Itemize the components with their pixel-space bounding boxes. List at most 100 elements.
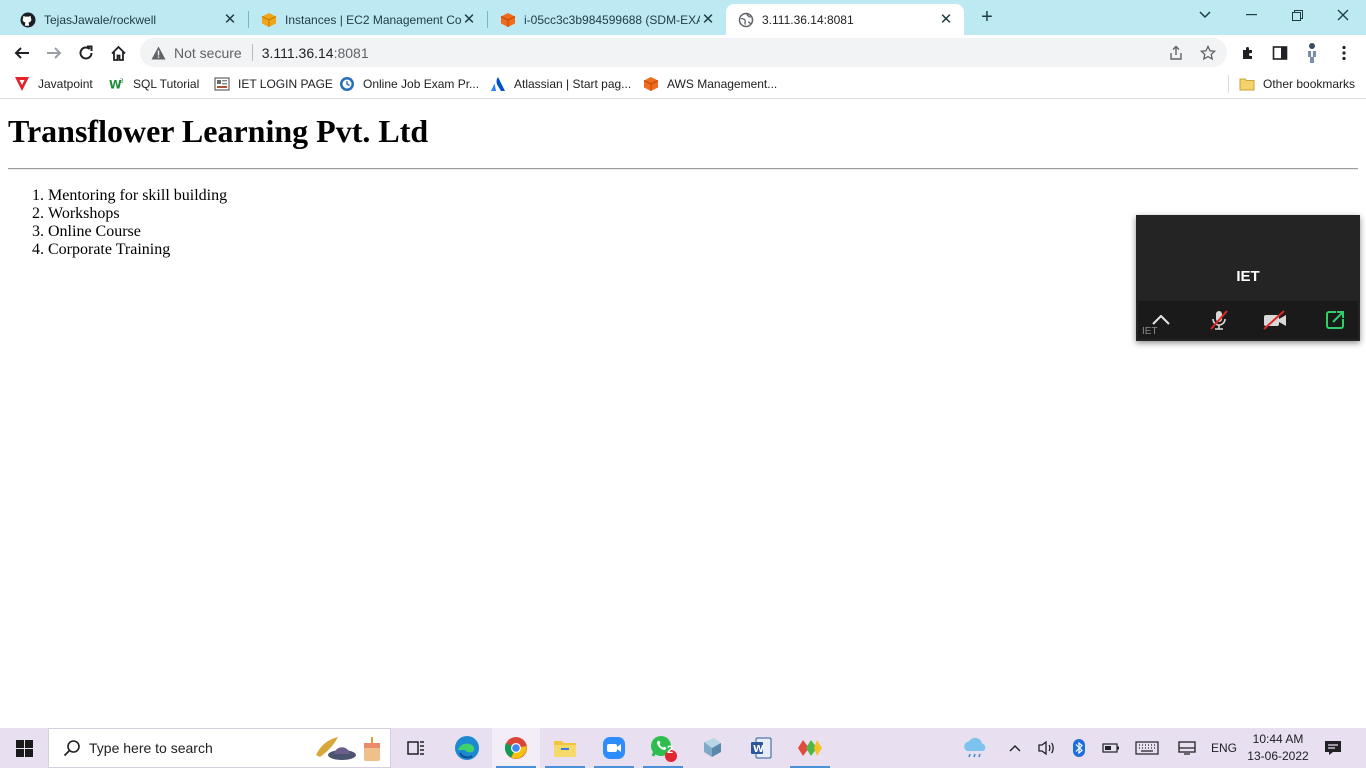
bookmark-javatpoint[interactable]: Javatpoint — [14, 75, 93, 93]
system-clock[interactable]: 10:44 AM 13-06-2022 — [1240, 731, 1316, 765]
page-heading: Transflower Learning Pvt. Ltd — [8, 113, 429, 149]
forward-button[interactable] — [40, 39, 68, 67]
list-item: Workshops — [48, 205, 227, 223]
bookmark-iet-login[interactable]: IET LOGIN PAGE — [214, 75, 333, 93]
close-tab-icon[interactable]: ✕ — [461, 11, 477, 28]
other-bookmarks[interactable]: Other bookmarks — [1239, 75, 1355, 93]
web-page: Transflower Learning Pvt. Ltd Mentoring … — [0, 103, 1366, 728]
edge-browser-icon[interactable] — [443, 728, 491, 768]
tab-ec2-instances[interactable]: Instances | EC2 Management Cor ✕ — [249, 4, 487, 35]
iet-login-icon — [214, 76, 230, 92]
virtualbox-icon[interactable] — [688, 728, 736, 768]
address-bar[interactable]: Not secure 3.111.36.14:8081 — [140, 38, 1227, 67]
folder-icon — [1239, 76, 1255, 92]
atlassian-icon — [490, 76, 506, 92]
whatsapp-unread-badge: 2 — [666, 744, 674, 756]
clock-date: 13-06-2022 — [1247, 749, 1309, 763]
windows-taskbar: Type here to search 2 W ENG 10:44 AM 13-… — [0, 728, 1366, 768]
taskbar-search-box[interactable]: Type here to search — [48, 728, 391, 768]
tab-title: TejasJawale/rockwell — [44, 12, 157, 27]
browser-toolbar: Not secure 3.111.36.14:8081 — [0, 35, 1366, 69]
svg-text:W: W — [753, 744, 764, 755]
url-text[interactable]: 3.111.36.14:8081 — [262, 45, 369, 61]
bookmarks-bar: Javatpoint W3 SQL Tutorial IET LOGIN PAG… — [0, 69, 1366, 99]
reload-icon — [79, 45, 93, 60]
home-icon — [110, 45, 126, 61]
close-tab-icon[interactable]: ✕ — [222, 11, 238, 28]
url-host: 3.111.36.14 — [261, 44, 334, 61]
network-display-icon[interactable] — [1172, 728, 1202, 768]
bookmark-label: Online Job Exam Pr... — [363, 77, 480, 91]
weather-cloud-icon[interactable] — [958, 728, 992, 768]
bookmark-label: SQL Tutorial — [133, 77, 200, 91]
arrow-left-icon — [14, 47, 29, 59]
start-button[interactable] — [0, 728, 48, 768]
git-gui-icon[interactable] — [786, 728, 834, 768]
extensions-icon[interactable] — [1234, 39, 1262, 67]
restore-button[interactable] — [1274, 0, 1320, 30]
battery-icon[interactable] — [1098, 728, 1124, 768]
tab-strip: TejasJawale/rockwell ✕ Instances | EC2 M… — [0, 0, 1366, 35]
close-window-button[interactable] — [1320, 0, 1366, 30]
w3schools-icon: W3 — [109, 76, 125, 92]
keyboard-icon[interactable] — [1132, 728, 1162, 768]
bookmark-atlassian[interactable]: Atlassian | Start pag... — [490, 75, 631, 93]
tab-search-icon[interactable] — [1182, 0, 1228, 30]
side-panel-icon[interactable] — [1266, 39, 1294, 67]
close-tab-icon[interactable]: ✕ — [938, 11, 954, 28]
search-placeholder[interactable]: Type here to search — [89, 740, 213, 756]
aws-cube-icon — [643, 76, 659, 92]
url-port: :8081 — [333, 44, 369, 61]
windows-logo-icon — [15, 739, 33, 757]
close-tab-icon[interactable]: ✕ — [700, 11, 716, 28]
security-status[interactable]: Not secure — [174, 45, 242, 61]
task-view-icon[interactable] — [392, 728, 440, 768]
tray-chevron-up-icon[interactable] — [1002, 728, 1028, 768]
file-explorer-icon[interactable] — [541, 728, 589, 768]
profile-avatar[interactable] — [1298, 39, 1326, 67]
bookmarks-separator — [1228, 75, 1229, 93]
zoom-app-icon[interactable] — [590, 728, 638, 768]
chrome-browser-icon[interactable] — [492, 728, 540, 768]
tab-title: i-05cc3c3b984599688 (SDM-EXA — [524, 12, 700, 27]
clock-time: 10:44 AM — [1252, 732, 1304, 746]
input-language[interactable]: ENG — [1206, 728, 1242, 768]
share-icon[interactable] — [1167, 44, 1185, 62]
aws-box-icon — [261, 12, 277, 28]
warning-triangle-icon[interactable] — [150, 45, 166, 61]
zoom-control-bar: IET — [1138, 301, 1358, 339]
exam-portal-icon — [339, 76, 355, 92]
tab-active-site[interactable]: 3.111.36.14:8081 ✕ — [726, 4, 964, 35]
bookmark-sql-tutorial[interactable]: W3 SQL Tutorial — [109, 75, 199, 93]
menu-kebab-icon[interactable] — [1330, 39, 1358, 67]
new-tab-button[interactable]: + — [976, 7, 998, 29]
bluetooth-icon[interactable] — [1066, 728, 1092, 768]
whatsapp-icon[interactable]: 2 — [639, 728, 687, 768]
svg-text:3: 3 — [120, 78, 124, 85]
home-button[interactable] — [104, 39, 132, 67]
video-off-icon[interactable] — [1262, 309, 1288, 331]
bookmark-aws-management[interactable]: AWS Management... — [643, 75, 777, 93]
mic-muted-icon[interactable] — [1206, 309, 1232, 331]
word-icon[interactable]: W — [737, 728, 785, 768]
bookmark-star-icon[interactable] — [1199, 44, 1217, 62]
tab-title: 3.111.36.14:8081 — [762, 12, 854, 27]
tab-ec2-instance-detail[interactable]: i-05cc3c3b984599688 (SDM-EXA ✕ — [488, 4, 726, 35]
list-item: Online Course — [48, 223, 227, 241]
javatpoint-icon — [14, 76, 30, 92]
back-button[interactable] — [8, 39, 36, 67]
share-screen-icon[interactable] — [1322, 309, 1348, 331]
volume-icon[interactable] — [1034, 728, 1060, 768]
horizontal-rule — [8, 168, 1358, 170]
reload-button[interactable] — [72, 39, 100, 67]
zoom-meeting-mini-window[interactable]: IET IET — [1136, 215, 1360, 341]
tab-title: Instances | EC2 Management Cor — [285, 12, 461, 27]
tab-github[interactable]: TejasJawale/rockwell ✕ — [8, 4, 248, 35]
search-icon — [63, 740, 80, 757]
bookmark-online-job-exam[interactable]: Online Job Exam Pr... — [339, 75, 479, 93]
services-list: Mentoring for skill building Workshops O… — [48, 187, 227, 259]
notification-center-icon[interactable] — [1320, 728, 1346, 768]
bookmark-label: IET LOGIN PAGE — [238, 77, 333, 91]
minimize-button[interactable] — [1228, 0, 1274, 30]
globe-icon — [738, 12, 754, 28]
